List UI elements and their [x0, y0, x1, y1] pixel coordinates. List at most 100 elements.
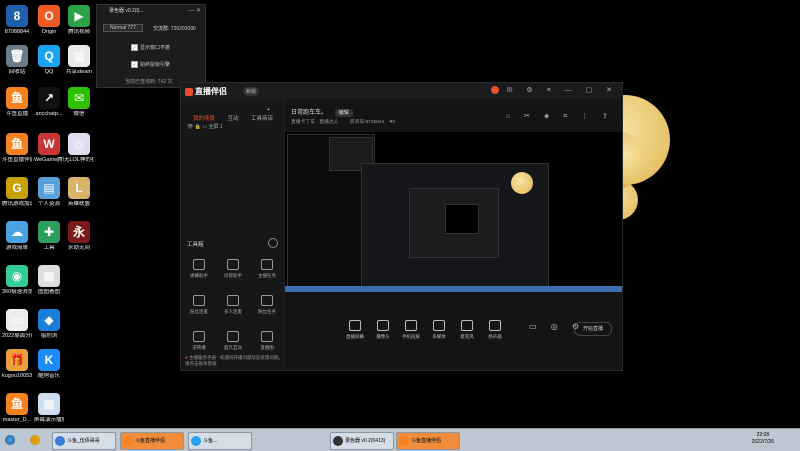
taskbar-item[interactable]: 斗鱼直播伴侣	[120, 432, 184, 450]
tool-item[interactable]: 房管助手	[219, 259, 247, 279]
start-button[interactable]	[3, 432, 17, 448]
desktop-icon-label: 猎豹浏	[40, 333, 58, 339]
taskbar-item[interactable]: 斗鱼...	[188, 432, 252, 450]
avatar-icon[interactable]	[490, 86, 499, 95]
source-control-label: 麦克风	[460, 334, 474, 339]
taskbar-item-label: 斗鱼直播伴侣	[135, 438, 166, 444]
recorder-tool-window[interactable]: 录色器 v0.2(0... — ✕ Normal 777 交流群: 726203…	[96, 4, 206, 88]
app-icon: ▶	[68, 5, 90, 27]
source-control-icon	[349, 320, 361, 331]
desktop-icon-label: 微信	[73, 111, 85, 117]
clock-time: 22:08	[756, 432, 770, 438]
tool-item[interactable]: 粉丝任务	[253, 295, 281, 315]
windows-start-icon	[5, 434, 15, 445]
desktop-icon-label: 斗鱼直播伴侣	[2, 157, 32, 163]
desktop-icon-label: 游戏简单	[5, 245, 28, 251]
taskbar-app-icon	[333, 435, 343, 446]
qq-group: 交流群: 726203090	[153, 25, 196, 32]
tool-titlebar[interactable]: 录色器 v0.2(0... — ✕	[97, 5, 205, 17]
tab-tool-store[interactable]: 工具商店	[251, 116, 273, 122]
tools-settings-icon[interactable]	[268, 238, 278, 248]
desktop-icon-label: 工具	[43, 245, 55, 251]
live-companion-window[interactable]: 直播伴侣 新版 ✉ ⚙ ≡ — ▢ ✕ 我的场景 互动 工具商店 + 👁 🔒 ▭…	[180, 82, 623, 371]
tool-item[interactable]: 超凡互动	[219, 331, 247, 351]
option-row-2[interactable]: ✓ 始终鼠标引擎	[131, 61, 171, 69]
tool-item[interactable]: 主播任务	[253, 259, 281, 279]
taskbar-pin-1[interactable]	[28, 432, 42, 448]
app-icon: 鱼	[6, 393, 28, 415]
option-1-checkbox[interactable]: ✓	[131, 44, 138, 52]
clock-date: 2022/7/26	[751, 439, 774, 445]
app-icon: W	[38, 133, 60, 155]
option-2-checkbox[interactable]: ✓	[131, 61, 138, 69]
app-icon: O	[38, 5, 60, 27]
tool-item[interactable]: 弹幕助手	[185, 259, 213, 279]
app-icon: Q	[38, 45, 60, 67]
taskbar-item[interactable]: 录色器 v0.2(0413)	[330, 432, 394, 450]
stream-category[interactable]: 直播卡丁车 · 直播达人	[291, 120, 338, 125]
taskbar-item-label: 斗鱼直播伴侣	[411, 438, 442, 444]
lock-icon[interactable]: 🔒	[195, 124, 201, 130]
desktop-icon[interactable]: 永永劫无间	[64, 218, 94, 276]
option-1-label: 显示窗口不遮	[140, 45, 171, 51]
tool-label: 粉丝任务	[258, 309, 276, 314]
app-icon: ▦	[38, 393, 60, 415]
desktop-icon-label: 无LOL神的社切换器	[64, 157, 94, 163]
edit-title-button[interactable]: 编辑	[334, 109, 353, 117]
tool-label: 房管助手	[224, 273, 242, 278]
taskbar-item[interactable]: 斗鱼_伍佰哥哥	[52, 432, 116, 450]
option-2-label: 始终鼠标引擎	[140, 62, 171, 68]
app-icon: ▤	[38, 177, 60, 199]
tool-item[interactable]: 粉丝连麦	[185, 295, 213, 315]
right-toolbar[interactable]: ⌂ ✂ ◈ ⌗ ⋮ ⇪	[506, 112, 614, 121]
desktop-icon-label: 永劫无间	[67, 245, 90, 251]
tool-label: 弹幕助手	[190, 273, 208, 278]
desktop-icon-label: 腾讯游戏加速器	[2, 201, 32, 207]
eye-icon[interactable]: 👁	[187, 124, 193, 130]
app-icon: 鱼	[6, 87, 28, 109]
tool-item[interactable]: 逆转播	[185, 331, 213, 351]
tab-my-scenes[interactable]: 我的场景	[193, 116, 215, 122]
stream-info: 日常跑车车。 编辑	[291, 107, 353, 117]
app-icon: 🗑	[6, 45, 28, 67]
desktop-icon-label: Origin	[41, 29, 57, 35]
source-control-button[interactable]: 手机投屏	[397, 320, 425, 340]
window-controls[interactable]: ✉ ⚙ ≡ — ▢ ✕	[490, 86, 618, 95]
stream-title[interactable]: 日常跑车车。	[291, 110, 327, 116]
version-select[interactable]: Normal 777	[103, 24, 143, 32]
source-control-button[interactable]: 扬声器	[481, 320, 509, 340]
source-control-label: 直播屏幕	[346, 334, 364, 339]
tool-item[interactable]: 直播图	[253, 331, 281, 351]
notice-bar[interactable]: ● 主播服务手册 · 如遇到开播问题欢迎反馈问题，请点击联系客服	[185, 355, 284, 367]
tool-label: 多人连麦	[224, 309, 242, 314]
app-icon: ▭	[6, 309, 28, 331]
desktop-icon-label: 回收站	[8, 69, 26, 75]
app-icon: 🎁	[6, 349, 28, 371]
source-control-label: 手机投屏	[402, 334, 420, 339]
add-scene-icon[interactable]: +	[267, 107, 270, 113]
tool-footer: 当前已查询到: 742 次	[125, 79, 173, 85]
taskbar-item[interactable]: 斗鱼直播伴侣	[396, 432, 460, 450]
app-icon: 8	[6, 5, 28, 27]
qq-value: 726203090	[170, 26, 196, 32]
app-icon: ↗	[38, 87, 60, 109]
desktop-icon[interactable]: ▦ 屏幕演示播放	[34, 390, 64, 428]
tool-item[interactable]: 多人连麦	[219, 295, 247, 315]
tool-window-controls[interactable]: — ✕	[188, 5, 201, 17]
source-control-button[interactable]: 麦克风	[453, 320, 481, 340]
taskbar-item-label: 斗鱼...	[203, 438, 218, 444]
desktop-icon-label: 360极速浏览器	[2, 289, 32, 295]
version-badge[interactable]: 新版	[243, 87, 260, 96]
source-control-button[interactable]: 多媒体	[425, 320, 453, 340]
app-icon: L	[68, 177, 90, 199]
source-control-button[interactable]: 直播屏幕	[341, 320, 369, 340]
desktop-icon[interactable]: 鱼 master_D...	[2, 390, 32, 428]
start-live-button[interactable]: 开始直播	[574, 322, 612, 336]
stream-preview[interactable]	[285, 132, 622, 292]
option-row-1[interactable]: ✓ 显示窗口不遮	[131, 44, 171, 52]
clock[interactable]: 22:08 2022/7/26	[752, 432, 774, 446]
scene-item[interactable]: 👁 🔒 ▭ 全屏 1	[187, 123, 223, 130]
app-titlebar[interactable]: 直播伴侣 新版 ✉ ⚙ ≡ — ▢ ✕	[181, 83, 622, 99]
source-control-button[interactable]: 摄像头	[369, 320, 397, 340]
tab-interaction[interactable]: 互动	[227, 116, 238, 122]
